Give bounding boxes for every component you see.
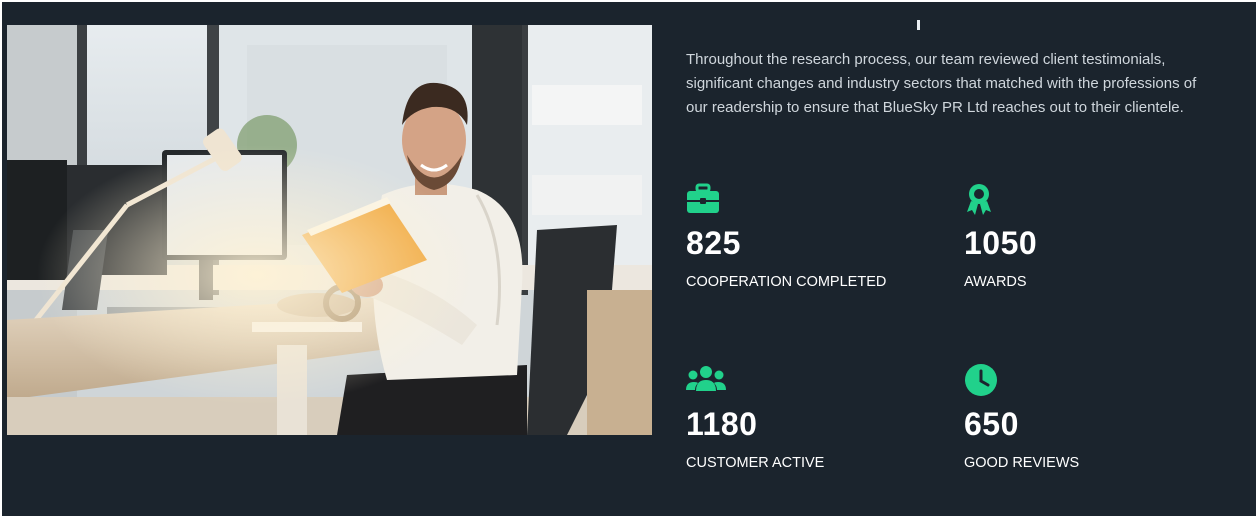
stat-value: 1050 [964, 225, 1038, 261]
stat-value: 1180 [686, 406, 758, 442]
stat-label: CUSTOMER ACTIVE [686, 455, 825, 471]
stats-section: Throughout the research process, our tea… [2, 2, 1256, 516]
stat-value: 825 [686, 225, 741, 261]
briefcase-icon [687, 183, 719, 213]
intro-paragraph: Throughout the research process, our tea… [686, 51, 1197, 116]
users-icon [686, 366, 726, 391]
stat-label: COOPERATION COMPLETED [686, 274, 887, 290]
stat-label: GOOD REVIEWS [964, 455, 1080, 471]
stat-reviews: 650 GOOD REVIEWS [964, 363, 1214, 472]
stat-cooperation: 825 COOPERATION COMPLETED [686, 182, 936, 291]
stat-customers: 1180 CUSTOMER ACTIVE [686, 363, 936, 472]
stat-value: 650 [964, 406, 1019, 442]
award-icon [967, 184, 991, 215]
clock-icon [965, 364, 997, 396]
stat-label: AWARDS [964, 274, 1027, 290]
office-photo [7, 25, 652, 435]
stat-awards: 1050 AWARDS [964, 182, 1214, 291]
section-heading-fragment [917, 20, 920, 30]
